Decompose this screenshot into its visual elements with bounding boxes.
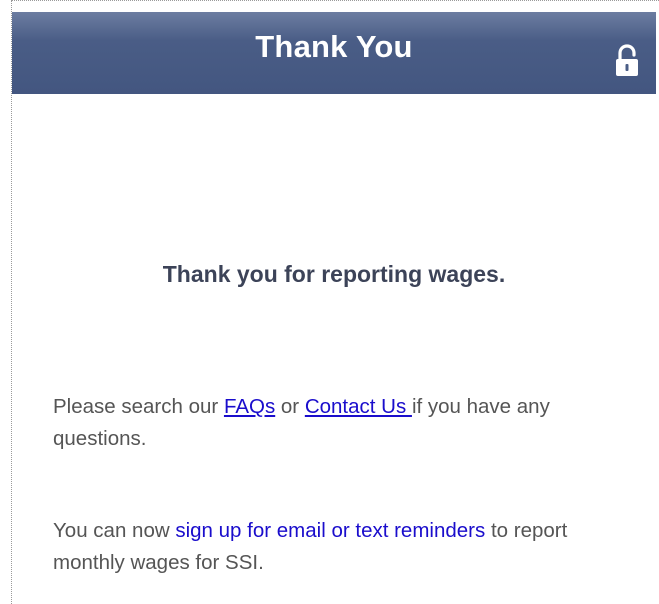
unlocked-padlock-icon[interactable]: [614, 44, 640, 78]
page-frame: Thank You Thank you for reporting wages.…: [11, 0, 659, 604]
reminder-prefix: You can now: [53, 519, 176, 542]
reminder-paragraph: You can now sign up for email or text re…: [53, 515, 643, 579]
help-paragraph: Please search our FAQs or Contact Us if …: [53, 391, 643, 455]
page-title: Thank You: [255, 29, 413, 64]
contact-us-link[interactable]: Contact Us: [305, 395, 412, 418]
faqs-link[interactable]: FAQs: [224, 395, 275, 418]
header-bar: Thank You: [12, 12, 656, 94]
help-middle: or: [275, 395, 305, 418]
confirmation-heading: Thank you for reporting wages.: [162, 261, 506, 287]
help-prefix: Please search our: [53, 395, 224, 418]
sign-up-reminders-link[interactable]: sign up for email or text reminders: [175, 519, 485, 542]
